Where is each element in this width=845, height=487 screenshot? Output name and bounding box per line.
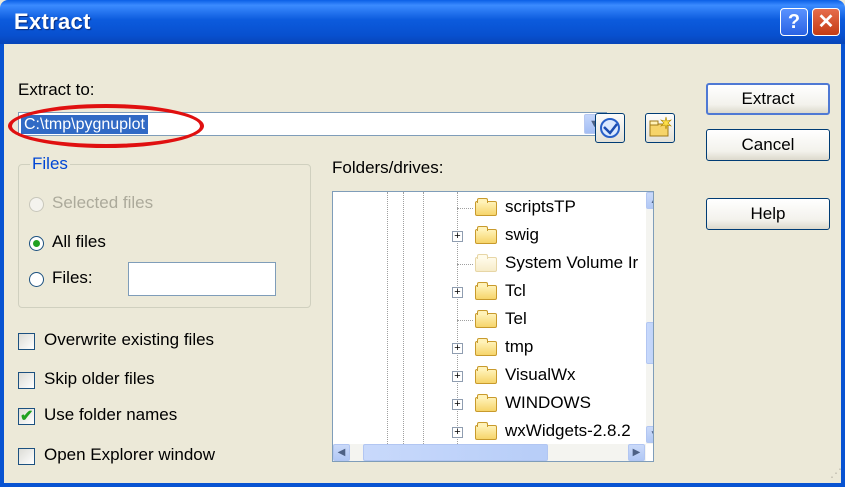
tree-guide-line (423, 192, 424, 444)
files-filter-input[interactable] (128, 262, 276, 296)
overwrite-label[interactable]: Overwrite existing files (44, 330, 214, 350)
close-button[interactable]: ✕ (812, 8, 840, 36)
window-border-right (841, 44, 845, 487)
tree-guide-line (387, 192, 388, 444)
folder-icon (475, 366, 497, 384)
expand-plus-icon[interactable]: + (452, 399, 463, 410)
extract-button[interactable]: Extract (706, 83, 830, 115)
all-files-label[interactable]: All files (52, 232, 106, 252)
new-folder-button[interactable] (645, 113, 675, 143)
folders-label: Folders/drives: (332, 158, 444, 177)
extract-dialog: Extract ? ✕ Extract to: C:\tmp\pygnuplot… (0, 0, 845, 487)
dialog-title: Extract (14, 9, 91, 34)
skip-older-label[interactable]: Skip older files (44, 369, 155, 389)
folder-icon (475, 198, 497, 216)
files-radio-label[interactable]: Files: (52, 268, 93, 288)
folder-item[interactable]: Tel (505, 309, 527, 329)
resize-grip-icon[interactable]: ⋰ (830, 466, 842, 480)
tree-guide-line (403, 192, 404, 444)
window-border-left (0, 44, 4, 487)
show-desktop-button[interactable] (595, 113, 625, 143)
horizontal-scrollbar[interactable]: ◀ ▶ (333, 444, 646, 461)
folder-item[interactable]: swig (505, 225, 539, 245)
use-folder-names-checkbox[interactable]: ✔ (18, 408, 35, 425)
scroll-down-icon[interactable]: ▼ (646, 426, 653, 443)
folder-item[interactable]: WINDOWS (505, 393, 591, 413)
scroll-up-icon[interactable]: ▲ (646, 192, 653, 209)
extract-to-label: Extract to: (18, 80, 95, 99)
cancel-button[interactable]: Cancel (706, 129, 830, 161)
folder-icon (475, 338, 497, 356)
files-radio[interactable] (29, 272, 44, 287)
tree-branch (457, 320, 473, 321)
open-explorer-label[interactable]: Open Explorer window (44, 445, 215, 465)
annotation-circle (8, 104, 204, 148)
tree-branch (457, 208, 473, 209)
scroll-left-icon[interactable]: ◀ (333, 444, 350, 461)
folder-item[interactable]: scriptsTP (505, 197, 576, 217)
expand-plus-icon[interactable]: + (452, 371, 463, 382)
folder-icon (475, 226, 497, 244)
selected-files-label: Selected files (52, 193, 154, 212)
refresh-arrow-icon (600, 118, 620, 138)
expand-plus-icon[interactable]: + (452, 231, 463, 242)
folder-icon (475, 422, 497, 440)
tree-branch (457, 264, 473, 265)
folder-icon (475, 394, 497, 412)
vertical-scroll-thumb[interactable] (646, 322, 653, 364)
horizontal-scroll-thumb[interactable] (363, 444, 548, 461)
expand-plus-icon[interactable]: + (452, 287, 463, 298)
folder-tree[interactable]: scriptsTP + swig System Volume Ir + Tcl … (332, 191, 654, 462)
folder-item[interactable]: VisualWx (505, 365, 576, 385)
help-title-button[interactable]: ? (780, 8, 808, 36)
all-files-radio[interactable] (29, 236, 44, 251)
skip-older-checkbox[interactable] (18, 372, 35, 389)
folder-icon (475, 282, 497, 300)
help-button[interactable]: Help (706, 198, 830, 230)
folder-item[interactable]: tmp (505, 337, 533, 357)
files-group-title: Files (30, 154, 70, 174)
folder-icon (475, 310, 497, 328)
selected-files-radio (29, 197, 44, 212)
use-folder-names-label[interactable]: Use folder names (44, 405, 177, 425)
vertical-scrollbar[interactable]: ▲ ▼ (646, 192, 653, 444)
expand-plus-icon[interactable]: + (452, 427, 463, 438)
folder-item[interactable]: System Volume Ir (505, 253, 638, 273)
open-explorer-checkbox[interactable] (18, 448, 35, 465)
new-folder-icon (649, 116, 672, 137)
folder-item[interactable]: Tcl (505, 281, 526, 301)
folder-icon (475, 254, 497, 272)
scroll-right-icon[interactable]: ▶ (628, 444, 645, 461)
window-border-bottom (0, 483, 845, 487)
checkmark-icon: ✔ (20, 408, 34, 425)
folder-item[interactable]: wxWidgets-2.8.2 (505, 421, 631, 441)
overwrite-checkbox[interactable] (18, 333, 35, 350)
expand-plus-icon[interactable]: + (452, 343, 463, 354)
radio-selected-dot (33, 240, 40, 247)
title-bar[interactable]: Extract ? ✕ (0, 0, 845, 44)
